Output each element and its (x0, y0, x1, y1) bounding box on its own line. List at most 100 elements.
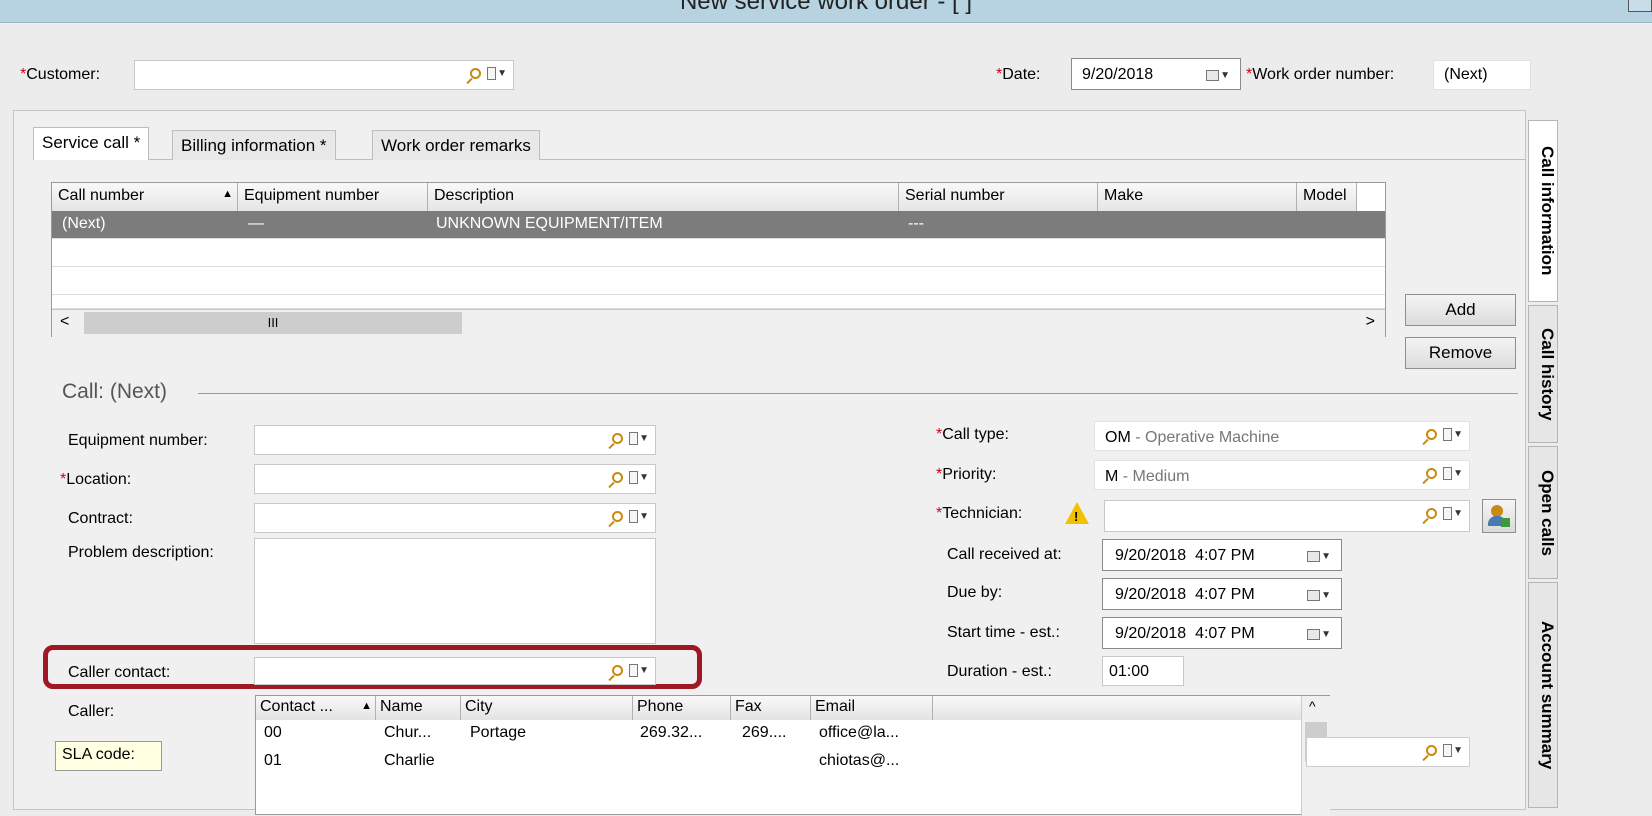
lookup-icon[interactable] (629, 431, 639, 445)
contract-field[interactable]: ▼ (254, 503, 656, 533)
duration-field[interactable]: 01:00 (1102, 656, 1184, 686)
lookup-icon[interactable] (1443, 743, 1453, 757)
search-icon[interactable] (612, 471, 624, 483)
customer-field[interactable]: ▼ (134, 60, 514, 90)
call-type-label: *Call type: (936, 426, 1009, 443)
chevron-down-icon[interactable]: ▼ (1453, 429, 1463, 440)
chevron-down-icon[interactable]: ▼ (1453, 745, 1463, 756)
search-icon[interactable] (1426, 507, 1438, 519)
caller-contact-label: Caller contact: (68, 664, 171, 681)
window-control-button[interactable] (1628, 0, 1652, 12)
search-icon[interactable] (612, 432, 624, 444)
equipment-number-label: Equipment number: (68, 432, 208, 449)
chevron-down-icon[interactable]: ▼ (1453, 508, 1463, 519)
call-type-field[interactable]: OM - Operative Machine ▼ (1094, 421, 1470, 451)
column-header-equipment-number[interactable]: Equipment number (238, 183, 428, 211)
call-received-field[interactable]: 9/20/2018 4:07 PM ▼ (1102, 539, 1342, 571)
caller-contact-dropdown-list[interactable]: Contact ... ▲ Name City Phone Fax Email ^… (255, 695, 1330, 816)
side-tab-call-history[interactable]: Call history (1528, 305, 1558, 443)
column-header-description[interactable]: Description (428, 183, 899, 211)
technician-label: *Technician: (936, 505, 1023, 522)
chevron-down-icon[interactable]: ▼ (1220, 70, 1230, 81)
column-header-contact[interactable]: Contact ... ▲ (256, 696, 376, 720)
search-icon[interactable] (1426, 744, 1438, 756)
warning-icon-mark: ! (1074, 509, 1079, 524)
tab-work-order-remarks[interactable]: Work order remarks (372, 130, 540, 160)
search-icon[interactable] (1426, 428, 1438, 440)
technician-field[interactable]: ▼ (1104, 500, 1470, 532)
lookup-icon[interactable] (1443, 466, 1453, 480)
lookup-icon[interactable] (1443, 427, 1453, 441)
work-order-number-field[interactable]: (Next) (1433, 60, 1531, 90)
lookup-icon[interactable] (629, 509, 639, 523)
calendar-icon[interactable] (1307, 590, 1321, 602)
column-header-phone[interactable]: Phone (633, 696, 731, 720)
assign-technician-button[interactable] (1482, 499, 1516, 533)
chevron-down-icon[interactable]: ▼ (1321, 629, 1331, 640)
equipment-grid[interactable]: Call number ▲ Equipment number Descriptio… (51, 182, 1386, 337)
start-time-field[interactable]: 9/20/2018 4:07 PM ▼ (1102, 617, 1342, 649)
column-header-name[interactable]: Name (376, 696, 461, 720)
lookup-icon[interactable] (487, 66, 497, 80)
start-time-label: Start time - est.: (947, 624, 1060, 641)
list-item[interactable]: 00 Chur... Portage 269.32... 269.... off… (256, 724, 1301, 748)
list-item[interactable]: 01 Charlie chiotas@... (256, 752, 1301, 776)
duration-label: Duration - est.: (947, 663, 1052, 680)
scroll-right-icon[interactable]: > (1366, 313, 1375, 331)
caller-label: Caller: (68, 703, 115, 720)
column-header-email[interactable]: Email (811, 696, 933, 720)
calendar-icon[interactable] (1307, 629, 1321, 641)
location-label: *Location: (60, 471, 132, 488)
sort-ascending-icon: ▲ (222, 188, 233, 200)
column-header-model[interactable]: Model (1297, 183, 1357, 211)
lookup-icon[interactable] (629, 470, 639, 484)
call-received-label: Call received at: (947, 546, 1062, 563)
calendar-icon[interactable] (1307, 551, 1321, 563)
horizontal-scrollbar[interactable]: < III > (52, 309, 1385, 337)
search-icon[interactable] (612, 510, 624, 522)
table-row[interactable] (52, 239, 1385, 267)
tab-billing-information[interactable]: Billing information * (172, 130, 336, 160)
scroll-left-icon[interactable]: < (60, 313, 69, 331)
column-header-city[interactable]: City (461, 696, 633, 720)
date-field[interactable]: 9/20/2018 ▼ (1071, 58, 1241, 90)
equipment-number-field[interactable]: ▼ (254, 425, 656, 455)
chevron-down-icon[interactable]: ▼ (639, 472, 649, 483)
lookup-icon[interactable] (1443, 506, 1453, 520)
side-tab-account-summary[interactable]: Account summary (1528, 582, 1558, 808)
chevron-down-icon[interactable]: ▼ (1321, 590, 1331, 601)
scroll-up-icon[interactable]: ^ (1309, 698, 1316, 714)
partially-hidden-field[interactable]: ▼ (1306, 737, 1470, 767)
column-header-serial-number[interactable]: Serial number (899, 183, 1098, 211)
chevron-down-icon[interactable]: ▼ (1321, 551, 1331, 562)
table-row[interactable] (52, 295, 1385, 309)
search-icon[interactable] (612, 664, 624, 676)
location-field[interactable]: ▼ (254, 464, 656, 494)
search-icon[interactable] (470, 67, 482, 79)
remove-button[interactable]: Remove (1405, 337, 1516, 369)
call-section-heading: Call: (Next) (62, 380, 168, 403)
caller-contact-field[interactable]: ▼ (254, 657, 656, 685)
chevron-down-icon[interactable]: ▼ (639, 665, 649, 676)
table-row[interactable]: (Next) — UNKNOWN EQUIPMENT/ITEM --- (52, 211, 1385, 239)
chevron-down-icon[interactable]: ▼ (639, 433, 649, 444)
table-row[interactable] (52, 267, 1385, 295)
problem-description-label: Problem description: (68, 544, 214, 561)
calendar-icon[interactable] (1206, 70, 1220, 82)
column-header-call-number[interactable]: Call number ▲ (52, 183, 238, 211)
scrollbar-thumb[interactable]: III (84, 312, 462, 334)
add-button[interactable]: Add (1405, 294, 1516, 326)
search-icon[interactable] (1426, 467, 1438, 479)
side-tab-open-calls[interactable]: Open calls (1528, 446, 1558, 579)
column-header-make[interactable]: Make (1098, 183, 1297, 211)
side-tab-call-information[interactable]: Call information (1528, 120, 1558, 302)
tab-service-call[interactable]: Service call * (33, 127, 150, 160)
chevron-down-icon[interactable]: ▼ (639, 511, 649, 522)
due-by-field[interactable]: 9/20/2018 4:07 PM ▼ (1102, 578, 1342, 610)
lookup-icon[interactable] (629, 663, 639, 677)
chevron-down-icon[interactable]: ▼ (497, 68, 507, 79)
priority-field[interactable]: M - Medium ▼ (1094, 460, 1470, 490)
chevron-down-icon[interactable]: ▼ (1453, 468, 1463, 479)
problem-description-textarea[interactable] (254, 538, 656, 644)
column-header-fax[interactable]: Fax (731, 696, 811, 720)
